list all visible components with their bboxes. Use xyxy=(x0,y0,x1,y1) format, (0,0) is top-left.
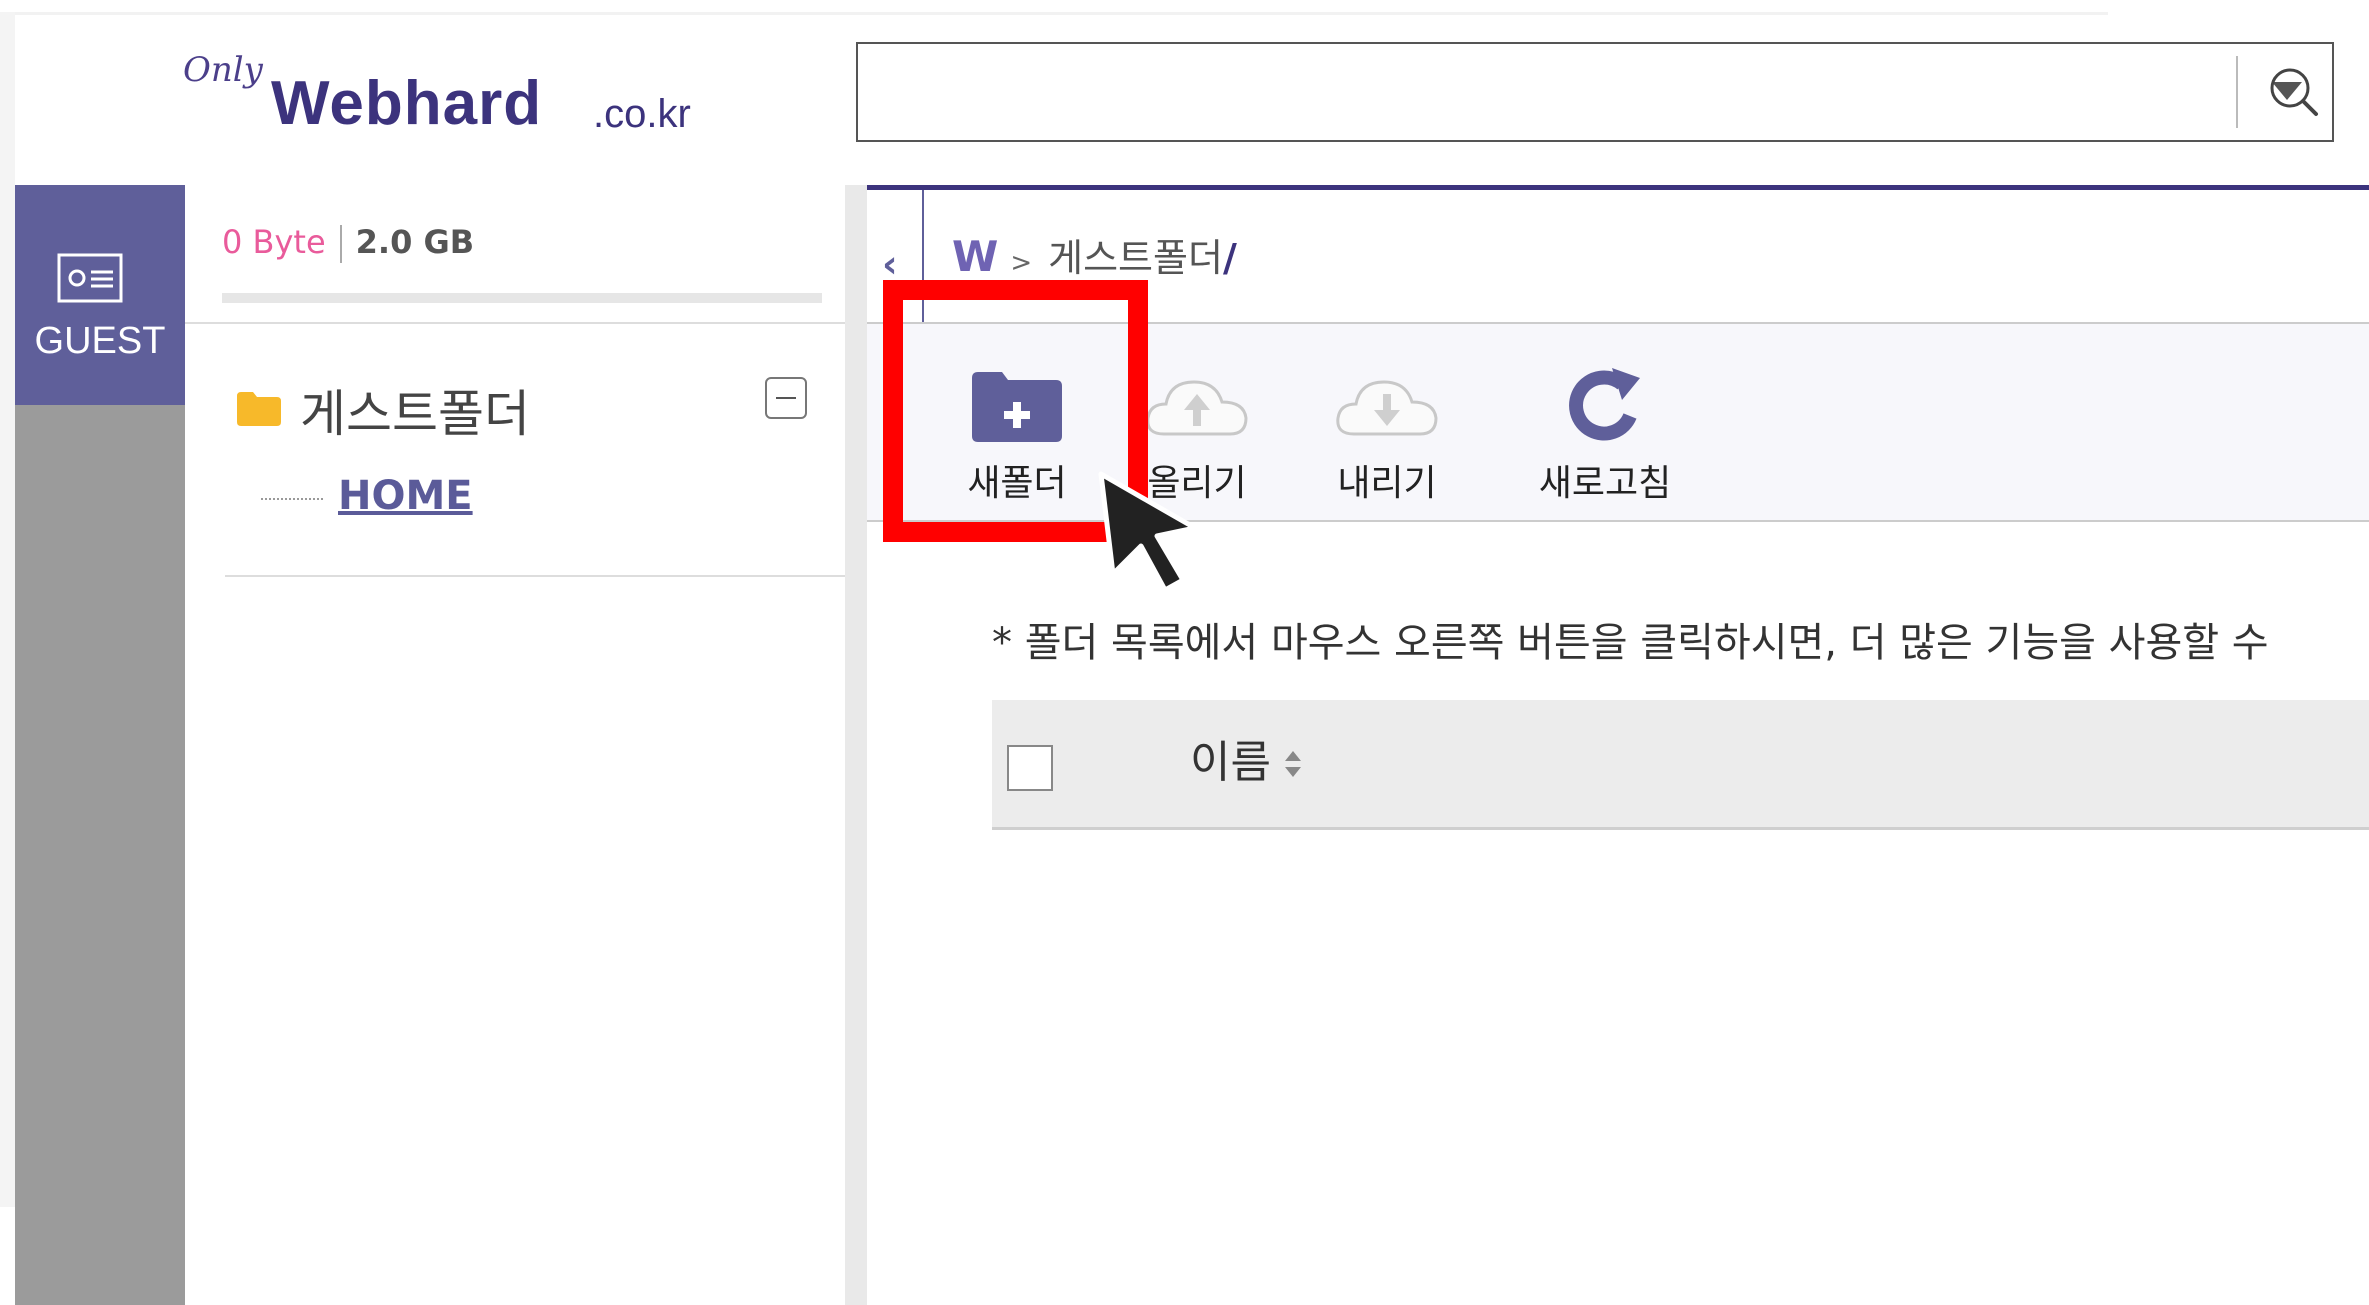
search-bar[interactable] xyxy=(856,42,2334,142)
mouse-pointer-icon xyxy=(1098,471,1198,593)
folder-panel: 0 Byte 2.0 GB 게스트폴더 HOME xyxy=(185,185,845,1305)
content-top-border xyxy=(867,185,2369,190)
storage-total: 2.0 GB xyxy=(355,223,475,261)
download-label: 내리기 xyxy=(1337,463,1437,504)
context-menu-hint: * 폴더 목록에서 마우스 오른쪽 버튼을 클릭하시면, 더 많은 기능을 사용… xyxy=(992,620,2269,666)
storage-used: 0 Byte xyxy=(222,223,326,261)
app-window: Only Webhard .co.kr GUEST 0 Byte 2.0 GB xyxy=(0,0,2369,1305)
column-name-header[interactable]: 이름 xyxy=(1190,726,1271,790)
breadcrumb-current[interactable]: 게스트폴더 xyxy=(1048,236,1223,280)
logo-prefix: Only xyxy=(183,50,263,90)
panel-splitter[interactable] xyxy=(845,185,867,1305)
download-button[interactable]: 내리기 xyxy=(1297,364,1477,514)
cloud-download-icon xyxy=(1336,380,1438,436)
select-all-checkbox[interactable] xyxy=(1007,745,1053,791)
table-header: 이름 xyxy=(992,700,2369,830)
divider xyxy=(185,322,845,324)
breadcrumb-separator: > xyxy=(1010,248,1033,278)
storage-progress-bar xyxy=(222,293,822,303)
refresh-label: 새로고침 xyxy=(1538,463,1672,504)
breadcrumb-trailing: / xyxy=(1222,236,1237,280)
id-card-icon xyxy=(57,253,123,303)
tree-root-label: 게스트폴더 xyxy=(300,385,530,443)
sort-icon[interactable] xyxy=(1282,748,1304,780)
top-border xyxy=(15,12,2108,15)
guest-label: GUEST xyxy=(34,320,166,362)
collapse-toggle-button[interactable] xyxy=(765,377,807,419)
guest-button[interactable]: GUEST xyxy=(15,185,185,405)
tree-root-folder[interactable]: 게스트폴더 xyxy=(235,370,835,443)
refresh-icon xyxy=(1569,368,1640,441)
left-shadow xyxy=(0,12,15,1207)
cloud-upload-icon xyxy=(1146,380,1248,436)
storage-usage: 0 Byte 2.0 GB xyxy=(222,223,474,263)
folder-icon xyxy=(237,392,281,426)
search-divider xyxy=(2236,56,2238,128)
refresh-button[interactable]: 새로고침 xyxy=(1500,364,1710,514)
logo-main: Webhard xyxy=(271,69,543,138)
logo-tld: .co.kr xyxy=(593,92,691,136)
site-logo[interactable]: Only Webhard .co.kr xyxy=(183,50,703,140)
search-icon xyxy=(2270,68,2318,116)
tree-home-link[interactable]: HOME xyxy=(338,473,473,519)
divider xyxy=(225,575,845,577)
breadcrumb: W > 게스트폴더/ xyxy=(952,227,1237,282)
usage-separator xyxy=(339,225,342,263)
breadcrumb-home-icon[interactable]: W xyxy=(952,232,998,281)
tree-connector xyxy=(261,498,323,500)
search-button[interactable] xyxy=(2258,54,2328,132)
